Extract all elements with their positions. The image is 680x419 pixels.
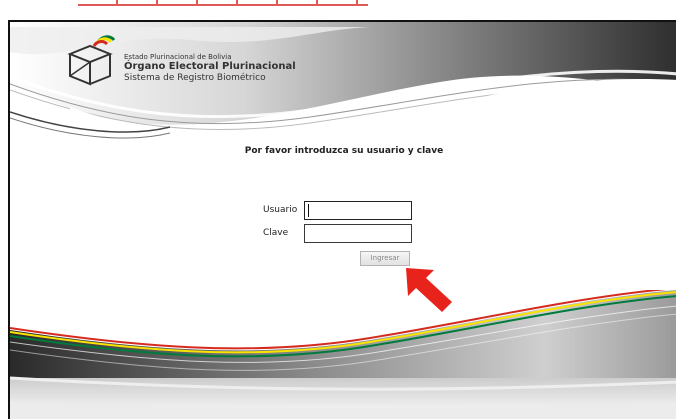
organization-header: Estado Plurinacional de Bolivia Órgano E…	[124, 53, 296, 83]
password-label: Clave	[263, 228, 289, 238]
footer-wave-graphic	[10, 290, 676, 419]
organization-name: Órgano Electoral Plurinacional	[124, 61, 296, 73]
login-prompt: Por favor introduzca su usuario y clave	[244, 146, 444, 156]
text-cursor	[308, 204, 309, 217]
top-strip	[0, 0, 680, 20]
username-input[interactable]	[304, 201, 412, 220]
ballot-box-logo-icon	[67, 35, 116, 86]
username-label: Usuario	[263, 205, 298, 215]
system-name: Sistema de Registro Biométrico	[124, 72, 266, 83]
password-input[interactable]	[304, 224, 412, 243]
top-red-line	[78, 4, 368, 6]
login-window: Estado Plurinacional de Bolivia Órgano E…	[8, 20, 676, 419]
country-name: Estado Plurinacional de Bolivia	[124, 53, 232, 61]
